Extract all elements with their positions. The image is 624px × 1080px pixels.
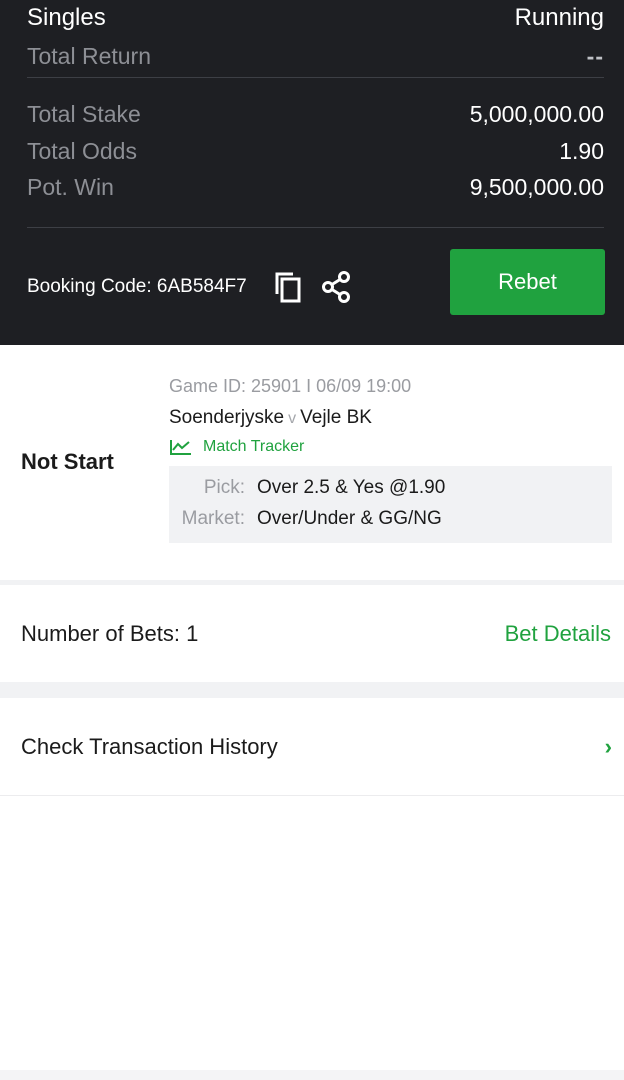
total-return-row: Total Return -- — [27, 41, 604, 71]
chart-icon — [170, 440, 191, 455]
total-return-value: -- — [586, 42, 604, 69]
total-odds-label: Total Odds — [27, 137, 137, 164]
pick-details-box: Pick: Over 2.5 & Yes @1.90 Market: Over/… — [169, 466, 612, 543]
pot-win-label: Pot. Win — [27, 173, 114, 200]
header-divider — [27, 77, 604, 78]
total-return-label: Total Return — [27, 42, 152, 69]
bet-type-title: Singles — [27, 4, 106, 31]
pot-win-value: 9,500,000.00 — [469, 173, 604, 200]
copy-icon[interactable] — [271, 270, 305, 304]
market-value: Over/Under & GG/NG — [257, 508, 442, 529]
total-odds-row: Total Odds 1.90 — [27, 136, 604, 166]
pick-label: Pick: — [203, 477, 245, 498]
away-team: Vejle BK — [300, 407, 372, 428]
header-divider-2 — [27, 227, 604, 228]
bet-selection: Not Start Game ID: 25901 I 06/09 19:00 S… — [0, 345, 624, 582]
booking-code: Booking Code: 6AB584F7 — [27, 276, 247, 297]
market-row: Market: Over/Under & GG/NG — [169, 508, 442, 530]
section-separator-2 — [0, 682, 624, 698]
total-odds-value: 1.90 — [559, 137, 604, 164]
row-divider — [0, 795, 624, 796]
rebet-button[interactable]: Rebet — [450, 249, 605, 315]
bet-status: Running — [514, 4, 604, 31]
total-stake-value: 5,000,000.00 — [469, 100, 604, 127]
bet-title-row: Singles Running — [27, 2, 604, 34]
match-tracker-label: Match Tracker — [203, 438, 305, 455]
number-of-bets-row: Number of Bets: 1 Bet Details — [0, 585, 624, 682]
market-label: Market: — [181, 508, 245, 529]
total-stake-row: Total Stake 5,000,000.00 — [27, 99, 604, 129]
transaction-history-label: Check Transaction History — [21, 734, 278, 759]
versus-label: v — [288, 410, 297, 427]
match-tracker-link[interactable]: Match Tracker — [169, 438, 304, 456]
number-of-bets: Number of Bets: 1 — [21, 621, 199, 646]
game-id: Game ID: 25901 I 06/09 19:00 — [169, 376, 412, 396]
bet-summary-header: Singles Running Total Return -- Total St… — [0, 0, 624, 345]
match-teams: Soenderjyske v Vejle BK — [169, 407, 372, 429]
home-team: Soenderjyske — [169, 407, 285, 428]
bet-details-link[interactable]: Bet Details — [505, 621, 611, 647]
bottom-strip — [0, 1070, 624, 1080]
match-status: Not Start — [21, 449, 114, 474]
transaction-history-row[interactable]: Check Transaction History › — [0, 698, 624, 795]
total-stake-label: Total Stake — [27, 100, 141, 127]
booking-code-row: Booking Code: 6AB584F7 — [27, 270, 353, 304]
chevron-right-icon: › — [604, 734, 612, 759]
share-icon[interactable] — [319, 270, 353, 304]
pick-value: Over 2.5 & Yes @1.90 — [257, 477, 446, 498]
pot-win-row: Pot. Win 9,500,000.00 — [27, 172, 604, 202]
pick-row: Pick: Over 2.5 & Yes @1.90 — [169, 477, 445, 499]
